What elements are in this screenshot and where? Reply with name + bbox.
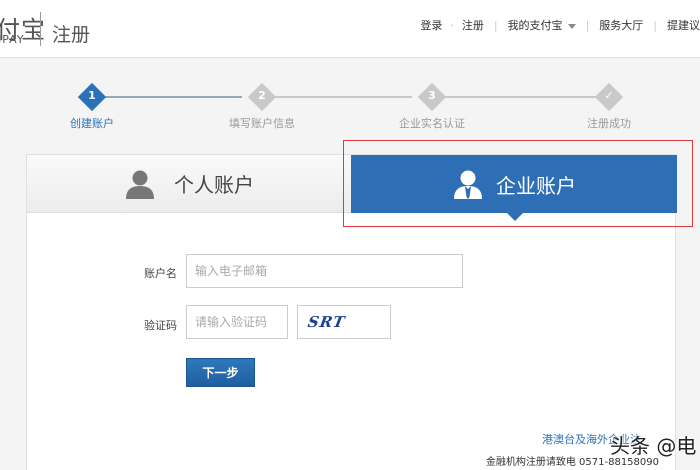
- tab-personal-label: 个人账户: [174, 173, 254, 197]
- tab-personal-account[interactable]: 个人账户: [27, 155, 351, 213]
- alipay-logo-sub: IPAY: [0, 33, 25, 46]
- nav-separator: |: [585, 18, 590, 32]
- user-icon: [126, 170, 154, 199]
- header: 付宝 IPAY 注册 登录 · 注册 | 我的支付宝 | 服务大厅 | 提建议: [0, 0, 700, 58]
- nav-dot: ·: [450, 18, 454, 32]
- nav-separator: |: [493, 18, 498, 32]
- service-hall-link[interactable]: 服务大厅: [599, 17, 643, 33]
- my-alipay-label: 我的支付宝: [507, 19, 563, 32]
- step-connector: [102, 96, 242, 98]
- login-link[interactable]: 登录: [420, 17, 442, 33]
- next-step-button[interactable]: 下一步: [186, 358, 255, 387]
- nav-separator: |: [653, 18, 657, 32]
- my-alipay-menu[interactable]: 我的支付宝: [508, 17, 576, 33]
- step-3-number: 3: [428, 89, 436, 102]
- logo-divider: [40, 12, 41, 46]
- step-1-number: 1: [88, 89, 96, 102]
- register-link[interactable]: 注册: [462, 17, 484, 33]
- step-connector: [442, 96, 597, 98]
- suggest-link[interactable]: 提建议: [667, 17, 700, 33]
- step-2-label: 填写账户信息: [229, 117, 295, 130]
- page-title: 注册: [52, 24, 91, 46]
- step-4-label: 注册成功: [587, 117, 631, 130]
- account-name-input[interactable]: [186, 254, 463, 288]
- account-name-label: 账户名: [144, 267, 177, 280]
- checkmark-icon: ✓: [604, 89, 614, 102]
- step-connector: [272, 96, 412, 98]
- top-nav: 登录 · 注册 | 我的支付宝 | 服务大厅 | 提建议: [420, 17, 700, 33]
- captcha-image[interactable]: SRT: [297, 305, 391, 339]
- captcha-label: 验证码: [144, 319, 177, 332]
- watermark: 头条 @电: [610, 434, 697, 458]
- highlight-annotation: [343, 140, 693, 227]
- captcha-input[interactable]: [186, 305, 288, 339]
- captcha-code: SRT: [306, 313, 347, 331]
- step-2-number: 2: [258, 89, 266, 102]
- step-3-label: 企业实名认证: [399, 117, 465, 130]
- chevron-down-icon: [567, 23, 576, 29]
- step-1-label: 创建账户: [70, 117, 114, 130]
- registration-steps: 1 创建账户 2 填写账户信息 3 企业实名认证 ✓ 注册成功: [0, 82, 700, 132]
